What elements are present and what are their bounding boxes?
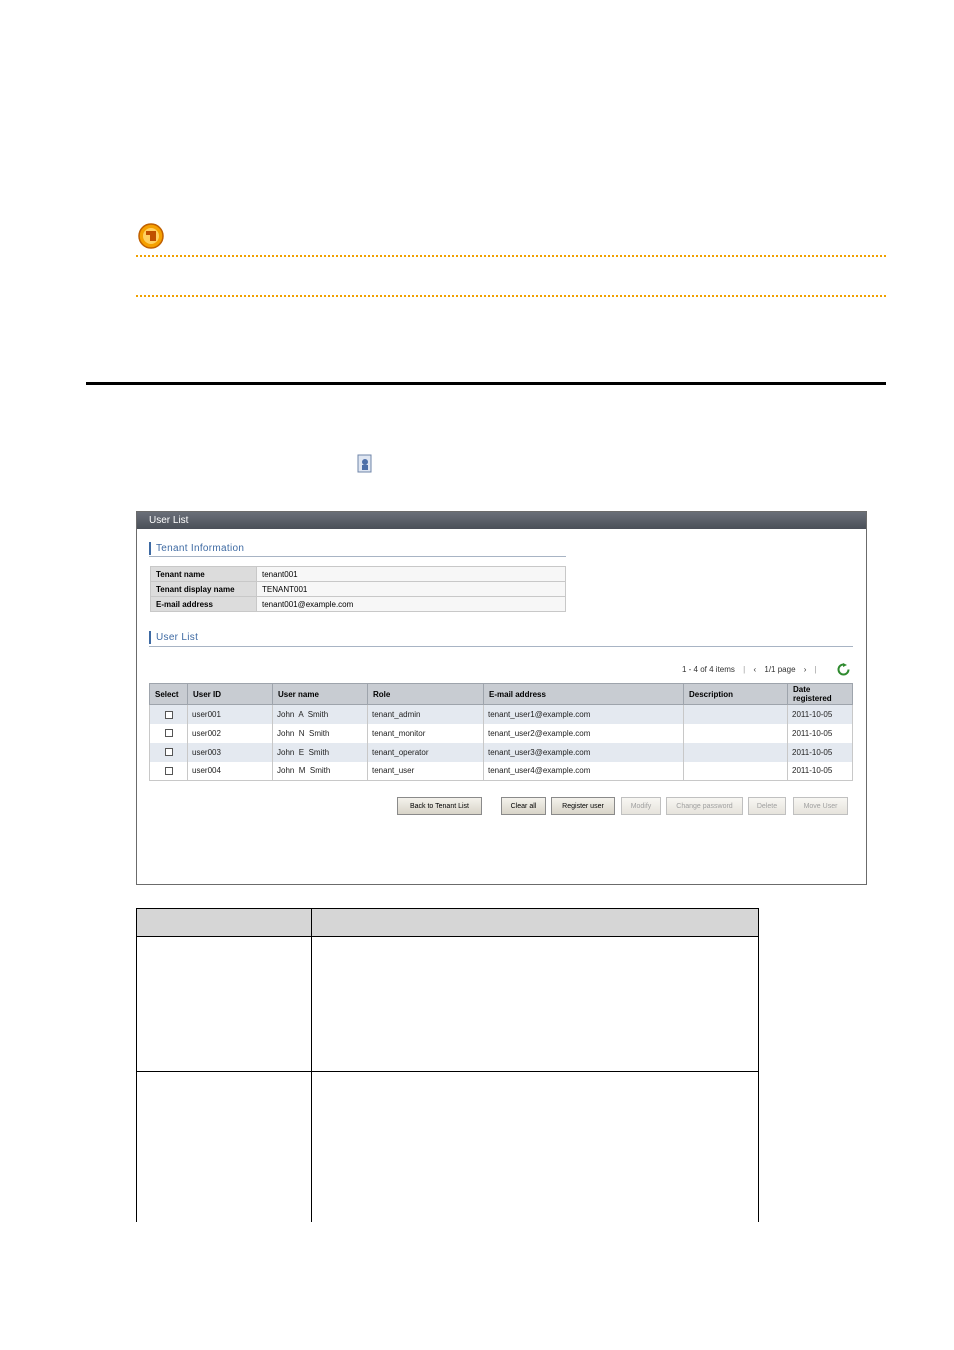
email-cell: tenant_user4@example.com: [483, 761, 684, 781]
row-select-cell: [149, 704, 188, 724]
description-cell: [683, 742, 788, 762]
tenant-display-name-value: TENANT001: [256, 581, 566, 597]
table-row-rule: [136, 1071, 759, 1072]
description-cell: [683, 723, 788, 743]
description-cell: [683, 761, 788, 781]
user-id-cell: user001: [187, 704, 273, 724]
date-cell: 2011-10-05: [787, 704, 853, 724]
row-checkbox[interactable]: [164, 729, 173, 738]
col-role[interactable]: Role: [367, 683, 484, 705]
next-page-icon[interactable]: ›: [804, 665, 807, 674]
back-to-tenant-list-button[interactable]: Back to Tenant List: [397, 797, 482, 815]
role-cell: tenant_user: [367, 761, 484, 781]
col-date-registered[interactable]: Date registered: [787, 683, 853, 705]
table-row[interactable]: user001 John A Smith tenant_admin tenant…: [149, 704, 853, 724]
col-description[interactable]: Description: [683, 683, 788, 705]
tenant-name-label: Tenant name: [150, 566, 257, 582]
caution-top-divider: [136, 255, 886, 257]
date-cell: 2011-10-05: [787, 723, 853, 743]
row-checkbox[interactable]: [164, 748, 173, 757]
role-cell: tenant_operator: [367, 742, 484, 762]
user-id-cell: user002: [187, 723, 273, 743]
window-title: User List: [137, 512, 866, 529]
col-email[interactable]: E-mail address: [483, 683, 684, 705]
table-border-left: [136, 908, 137, 1222]
row-checkbox[interactable]: [164, 710, 173, 719]
tenant-email-label: E-mail address: [150, 596, 257, 612]
description-table-header: [136, 908, 759, 937]
date-cell: 2011-10-05: [787, 742, 853, 762]
description-cell: [683, 704, 788, 724]
table-row[interactable]: user002 John N Smith tenant_monitor tena…: [149, 723, 853, 743]
tenant-info-underline: [149, 556, 566, 557]
table-border-right: [758, 908, 759, 1222]
document-icon: [357, 454, 372, 473]
prev-page-icon[interactable]: ‹: [753, 665, 756, 674]
date-cell: 2011-10-05: [787, 761, 853, 781]
row-select-cell: [149, 742, 188, 762]
user-table: Select User ID User name Role E-mail add…: [149, 683, 853, 781]
tenant-email-value: tenant001@example.com: [256, 596, 566, 612]
table-row[interactable]: user004 John M Smith tenant_user tenant_…: [149, 761, 853, 781]
row-select-cell: [149, 723, 188, 743]
table-row[interactable]: user003 John E Smith tenant_operator ten…: [149, 742, 853, 762]
refresh-icon[interactable]: [837, 663, 850, 676]
tenant-display-name-label: Tenant display name: [150, 581, 257, 597]
change-password-button[interactable]: Change password: [666, 797, 743, 815]
pager-item-count: 1 - 4 of 4 items: [682, 665, 735, 674]
tenant-info-table: Tenant name tenant001 Tenant display nam…: [150, 566, 566, 612]
section-rule: [86, 382, 886, 385]
email-cell: tenant_user1@example.com: [483, 704, 684, 724]
col-select[interactable]: Select: [149, 683, 188, 705]
tenant-info-row: E-mail address tenant001@example.com: [150, 596, 566, 612]
email-cell: tenant_user2@example.com: [483, 723, 684, 743]
role-cell: tenant_admin: [367, 704, 484, 724]
tenant-info-row: Tenant name tenant001: [150, 566, 566, 582]
delete-button[interactable]: Delete: [748, 797, 786, 815]
move-user-button[interactable]: Move User: [793, 797, 848, 815]
modify-button[interactable]: Modify: [621, 797, 661, 815]
table-column-divider: [311, 908, 312, 1222]
email-cell: tenant_user3@example.com: [483, 742, 684, 762]
caution-bottom-divider: [136, 295, 886, 297]
user-list-underline: [149, 646, 853, 647]
user-list-heading: User List: [149, 631, 198, 644]
register-user-button[interactable]: Register user: [551, 797, 615, 815]
col-user-name[interactable]: User name: [272, 683, 368, 705]
table-header-rule: [136, 936, 759, 937]
pager-page: 1/1 page: [764, 665, 796, 674]
user-list-window: User List Tenant Information Tenant name…: [136, 511, 867, 885]
tenant-name-value: tenant001: [256, 566, 566, 582]
user-name-cell: John N Smith: [272, 723, 368, 743]
user-table-header: Select User ID User name Role E-mail add…: [149, 683, 853, 705]
clear-all-button[interactable]: Clear all: [501, 797, 546, 815]
description-table: [136, 908, 759, 1222]
row-select-cell: [149, 761, 188, 781]
row-checkbox[interactable]: [164, 767, 173, 776]
user-name-cell: John A Smith: [272, 704, 368, 724]
role-cell: tenant_monitor: [367, 723, 484, 743]
tenant-info-row: Tenant display name TENANT001: [150, 581, 566, 597]
user-name-cell: John M Smith: [272, 761, 368, 781]
user-id-cell: user003: [187, 742, 273, 762]
tenant-info-heading: Tenant Information: [149, 542, 244, 555]
pager-separator: |: [743, 665, 746, 674]
user-name-cell: John E Smith: [272, 742, 368, 762]
pager: 1 - 4 of 4 items | ‹ 1/1 page › |: [682, 665, 823, 674]
pager-separator: |: [814, 665, 817, 674]
caution-icon: [138, 223, 164, 249]
col-user-id[interactable]: User ID: [187, 683, 273, 705]
user-id-cell: user004: [187, 761, 273, 781]
